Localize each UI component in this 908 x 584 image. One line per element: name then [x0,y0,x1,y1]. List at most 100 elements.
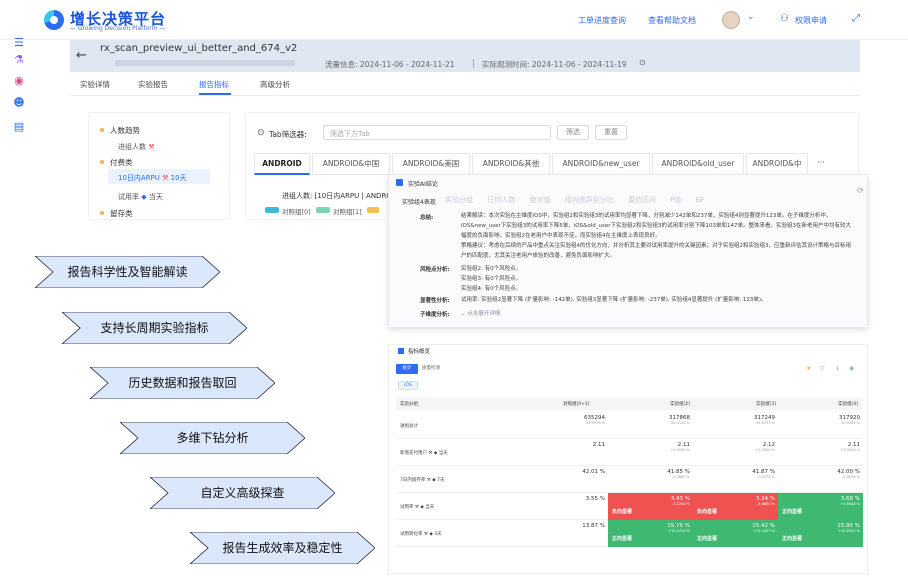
feature-label: 多维下钻分析 [176,431,249,445]
table-cell: 15.75 % +13.5733 % 正向显著 [608,520,693,547]
feature-arrow: 自定义高级探查 [150,477,335,509]
back-arrow-icon[interactable]: ← [76,48,87,63]
chevron-down-icon: ⌄ [461,311,466,317]
feature-arrow: 报告科学性及智能解读 [35,256,220,288]
table-cell: 42.00 % -0.0238 % [837,469,860,479]
ticket-progress-link[interactable]: 工单进度查询 [578,15,626,26]
row-metric-name[interactable]: 7日内留存率 ⚒ ◆ 7天 [400,477,445,483]
flask-icon[interactable]: ⚗ [12,53,26,67]
significance-tag: 正向显著 [782,536,803,542]
divider [473,59,474,68]
ai-icon [396,179,403,186]
help-icon: ⊙ [257,128,265,138]
tab-advanced-analysis[interactable]: 高级分析 [260,79,290,90]
legend-label[interactable]: 对照组[0] [282,206,311,216]
permission-apply-link[interactable]: 权限申请 [795,15,827,26]
significance-tag: 正向显著 [612,536,633,542]
significance-tag: 负向显著 [697,509,718,515]
row-metric-name[interactable]: 新增支付用户 ⚒ ◆ 当天 [400,450,448,456]
table-cell: 317920 20.0161 % [839,415,860,425]
user-key-icon[interactable]: ⚇ [780,13,789,24]
legend-swatch [316,207,330,213]
table-cell: 2.11 [592,442,605,448]
row-metric-name[interactable]: 试用转化率 ⚒ ◆ 3天 [400,531,442,537]
feature-label: 自定义高级探查 [200,486,285,500]
ai-risk-text: 实验组3: 有0个风险点。 [461,276,522,282]
expand-details-link[interactable]: ⌄ 点击展开详情 [461,309,856,319]
metric-category[interactable]: 付费类 [110,157,133,168]
table-cell: 635294 39.9978 % [584,415,605,425]
metric-category[interactable]: 人数趋势 [110,125,140,136]
hot-icon: ⚒ [148,143,155,151]
row-metric-name[interactable]: 进组总计 [400,423,418,429]
tab-android-other[interactable]: ANDROID&其他 [472,153,550,175]
ai-section-title: 实验组4表现 [402,199,436,206]
table-cell: 2.11 +0.0000 % [670,442,690,452]
tab-experiment-detail[interactable]: 实验详情 [80,79,110,90]
help-icon[interactable]: ⊙ [639,58,646,67]
download-icon[interactable]: ↓ [835,365,840,372]
active-tab-indicator [199,93,231,95]
bullet-icon [100,160,104,164]
ai-label: 风险点分析: [420,267,450,273]
tab-android-new-user[interactable]: ANDROID&new_user [552,153,650,175]
table-cell: 41.85 % -0.3865 % [667,469,690,479]
filter-icon[interactable]: ▽ [820,365,825,372]
bullet-icon [100,128,104,132]
menu-icon[interactable]: ☰ [12,36,26,50]
more-tabs-icon[interactable]: ··· [810,153,832,175]
view-icon[interactable]: ◉ [849,365,854,372]
table-cell: 3.34 % -5.8880 % 负向显著 [693,493,778,520]
row-metric-name[interactable]: 试用率 ⚒ ◆ 当天 [400,504,434,510]
table-cell: 3.68 % +3.6048 % 正向显著 [778,493,863,520]
filter-button[interactable]: 筛选 [557,125,589,140]
feature-label: 报告生成效率及稳定性 [222,541,343,555]
legend-label[interactable]: 对照组[1] [333,206,362,216]
tab-android-us[interactable]: ANDROID&美国 [392,153,470,175]
refresh-icon[interactable]: ⟳ [857,186,864,195]
users-icon[interactable]: ☻ [12,96,26,110]
fullscreen-icon[interactable]: ⤢ [852,13,860,24]
tab-quality-check[interactable]: 质量检测 [422,364,440,374]
metric-item[interactable]: 试用率 ◆ 当天 [118,192,163,202]
table-cell: 15.42 % +11.1827 % 正向显著 [693,520,778,547]
column-header: 实验组[2] [670,402,690,407]
tab-android-cn[interactable]: ANDROID&中国 [312,153,390,175]
tab-report-metrics[interactable]: 报告指标 [199,79,229,90]
table-cell: 2.11 +0.0000 % [840,442,860,452]
tab-experiment-report[interactable]: 实验报告 [138,79,168,90]
table-cell: 3.55 % [585,496,605,502]
ai-label: 总结: [420,215,434,221]
column-header: 实验组[3] [756,402,776,407]
tab-android[interactable]: ANDROID [254,153,310,175]
metric-item[interactable]: 进组人数 ⚒ [118,142,155,152]
metric-item-active[interactable]: 10日内ARPU ⚒ 10天 [118,173,187,183]
ai-header: 实验AI结论 [408,181,438,188]
tab-filter-input[interactable]: 筛选下方Tab [323,125,551,140]
top-bar: 增长决策平台 — Growing Decision Platform — 工单进… [0,0,908,40]
avatar[interactable] [722,11,740,29]
column-header: 对照组[0+1] [563,402,590,407]
metric-category[interactable]: 留存类 [110,208,133,219]
logo-icon [44,10,64,30]
dimension-tag[interactable]: iOS [398,381,418,390]
significance-tag: 正向显著 [697,536,718,542]
report-icon[interactable]: ▤ [12,120,26,134]
star-icon[interactable]: ★ [806,365,811,372]
trend-icon[interactable]: ◉ [12,74,26,88]
ghost-table-header: 实验分组 日均人数 绝对值 相对差异百分比 置信区间 P值 BF [445,196,705,204]
series-label: 进组人数: [10日内ARPU | ANDROID [282,192,400,200]
tab-android-more[interactable]: ANDROID&中 [746,153,808,175]
ai-strategy-text: 策略建议：考虑在后续的产品中重点关注实验组4的优化方向，并分析其主要对试用率提升… [461,243,852,259]
flow-info: 流量信息: 2024-11-06 - 2024-11-21 [325,60,455,69]
tab-android-old-user[interactable]: ANDROID&old_user [652,153,744,175]
overview-icon [398,348,404,354]
table-cell: 317868 20.0122 % [669,415,690,425]
ai-significance-text: 试用率: 实验组2显著下降 (扩量影响: -142单), 实验组3显著下降 (扩… [461,297,767,303]
help-doc-link[interactable]: 查看帮助文档 [648,15,696,26]
reset-button[interactable]: 重置 [595,125,627,140]
feature-arrow: 报告生成效率及稳定性 [190,532,375,564]
chevron-down-icon[interactable]: ⌄ [747,12,755,22]
table-cell: 317249 19.9733 % [754,415,775,425]
tab-statistics[interactable]: 统计 [396,364,418,374]
